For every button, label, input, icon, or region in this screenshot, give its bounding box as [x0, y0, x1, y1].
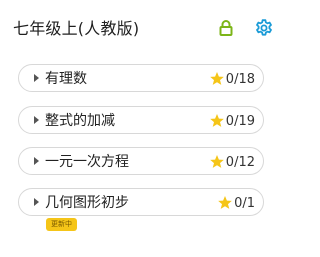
score-text: 0/18: [225, 71, 255, 87]
chapter-label: 整式的加减: [45, 113, 115, 129]
expand-arrow-icon[interactable]: [34, 74, 39, 82]
score-text: 0/12: [225, 154, 255, 170]
chapter-label: 有理数: [45, 71, 87, 87]
chapter-label: 一元一次方程: [45, 154, 129, 170]
chapter-score: 0/18: [209, 71, 255, 87]
chapter-item[interactable]: 一元一次方程 0/12: [18, 147, 264, 175]
score-text: 0/19: [225, 113, 255, 129]
chapter-score: 0/19: [209, 113, 255, 129]
star-icon: [218, 196, 232, 209]
star-icon: [209, 72, 224, 85]
chapter-item[interactable]: 整式的加减 0/19: [18, 106, 264, 134]
expand-arrow-icon[interactable]: [34, 198, 39, 206]
chapter-score: 0/12: [209, 154, 255, 170]
score-text: 0/1: [234, 195, 255, 211]
chapter-label: 几何图形初步: [45, 195, 129, 211]
chapter-item[interactable]: 有理数 0/18: [18, 64, 264, 92]
chapter-list: 有理数 0/18 整式的加减 0/19 一元一次方程 0/12 几何图形初步 0…: [0, 0, 277, 257]
chapter-item[interactable]: 几何图形初步 0/1: [18, 188, 264, 216]
expand-arrow-icon[interactable]: [34, 157, 39, 165]
expand-arrow-icon[interactable]: [34, 116, 39, 124]
updating-badge: 更新中: [46, 218, 77, 231]
star-icon: [209, 155, 224, 168]
chapter-score: 0/1: [217, 195, 255, 211]
star-icon: [209, 114, 224, 127]
